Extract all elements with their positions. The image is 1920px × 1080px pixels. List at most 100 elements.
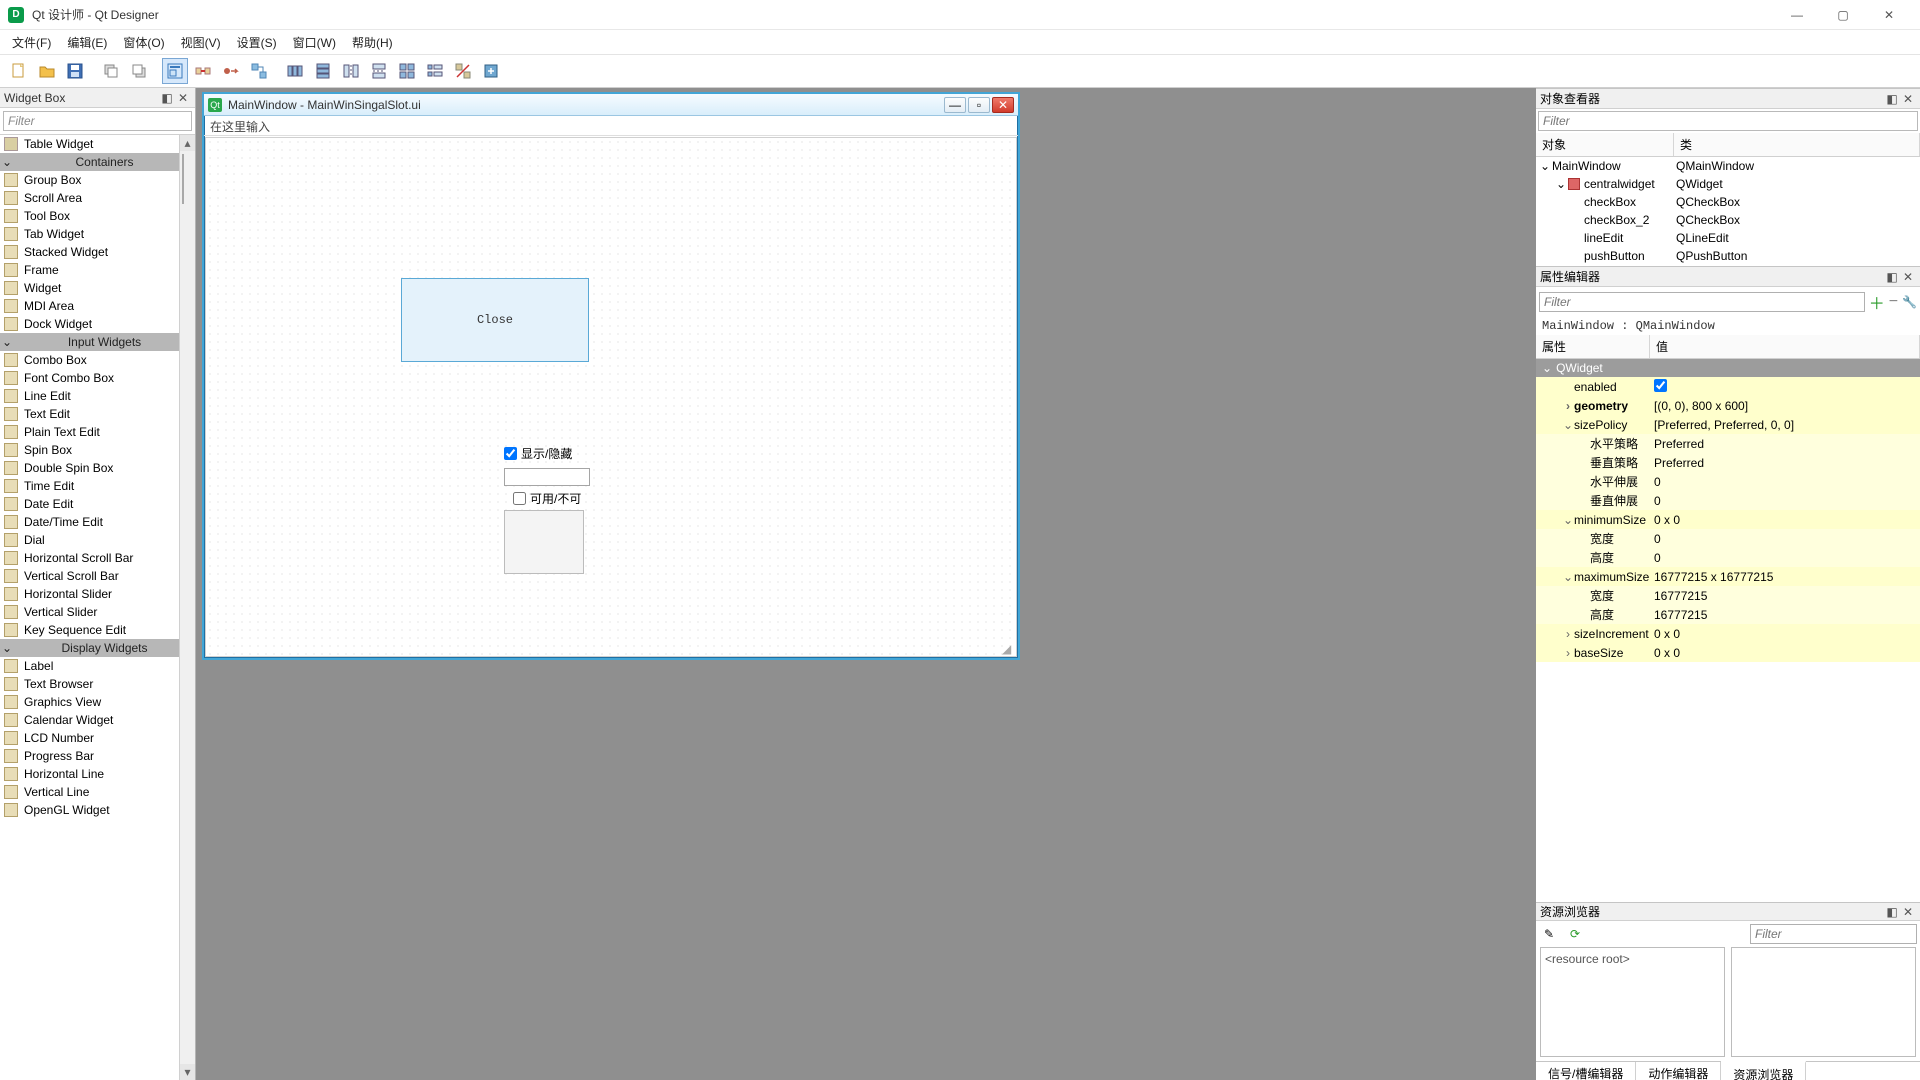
- object-tree[interactable]: ⌄MainWindowQMainWindow⌄centralwidgetQWid…: [1536, 157, 1920, 266]
- menu-window[interactable]: 窗口(W): [285, 32, 344, 53]
- widget-item[interactable]: Vertical Line: [0, 783, 195, 801]
- property-editor-float-button[interactable]: ◧: [1884, 269, 1900, 285]
- form-close-button[interactable]: ✕: [992, 97, 1014, 113]
- property-row[interactable]: 高度16777215: [1536, 605, 1920, 624]
- adjust-size-button[interactable]: [478, 58, 504, 84]
- widget-item[interactable]: Scroll Area: [0, 189, 195, 207]
- widget-box-float-button[interactable]: ◧: [159, 90, 175, 106]
- property-col-name[interactable]: 属性: [1536, 335, 1650, 358]
- property-checkbox[interactable]: [1654, 379, 1667, 392]
- object-tree-row[interactable]: pushButtonQPushButton: [1536, 247, 1920, 265]
- expand-icon[interactable]: ⌄: [1540, 159, 1550, 173]
- widget-item[interactable]: Widget: [0, 279, 195, 297]
- object-inspector-filter[interactable]: [1538, 111, 1918, 131]
- scroll-up-icon[interactable]: ▴: [180, 135, 195, 151]
- widget-item[interactable]: Progress Bar: [0, 747, 195, 765]
- widget-box-close-button[interactable]: ✕: [175, 90, 191, 106]
- widget-item[interactable]: Dock Widget: [0, 315, 195, 333]
- widget-item[interactable]: Dial: [0, 531, 195, 549]
- widget-box-filter[interactable]: Filter: [3, 111, 192, 131]
- widget-item[interactable]: Group Box: [0, 171, 195, 189]
- property-list[interactable]: ⌄QWidget enabled›geometry[(0, 0), 800 x …: [1536, 359, 1920, 902]
- reload-resources-button[interactable]: ⟳: [1565, 924, 1585, 944]
- resource-preview-pane[interactable]: [1731, 947, 1916, 1057]
- design-mdi-area[interactable]: Qt MainWindow - MainWinSingalSlot.ui — ▫…: [196, 88, 1536, 1080]
- widget-item[interactable]: Text Browser: [0, 675, 195, 693]
- property-row[interactable]: 水平伸展0: [1536, 472, 1920, 491]
- expand-icon[interactable]: ›: [1562, 646, 1574, 660]
- widget-item[interactable]: Stacked Widget: [0, 243, 195, 261]
- resource-tree-pane[interactable]: <resource root>: [1540, 947, 1725, 1057]
- new-form-button[interactable]: [6, 58, 32, 84]
- edit-signals-button[interactable]: [190, 58, 216, 84]
- widget-item[interactable]: Tool Box: [0, 207, 195, 225]
- property-row[interactable]: 宽度16777215: [1536, 586, 1920, 605]
- menu-file[interactable]: 文件(F): [4, 32, 59, 53]
- property-row[interactable]: 高度0: [1536, 548, 1920, 567]
- menu-view[interactable]: 视图(V): [173, 32, 229, 53]
- expand-icon[interactable]: ⌄: [1562, 418, 1574, 432]
- form-canvas[interactable]: Close 显示/隐藏 可用/不可 ◢: [205, 137, 1017, 657]
- layout-form-button[interactable]: [422, 58, 448, 84]
- widget-item[interactable]: Horizontal Slider: [0, 585, 195, 603]
- expand-icon[interactable]: ⌄: [1562, 570, 1574, 584]
- widget-item[interactable]: Text Edit: [0, 405, 195, 423]
- property-row[interactable]: 宽度0: [1536, 529, 1920, 548]
- property-row[interactable]: 垂直伸展0: [1536, 491, 1920, 510]
- object-tree-row[interactable]: checkBoxQCheckBox: [1536, 193, 1920, 211]
- category-containers[interactable]: ⌄Containers: [0, 153, 195, 171]
- minimize-button[interactable]: —: [1774, 0, 1820, 30]
- widget-item[interactable]: Date/Time Edit: [0, 513, 195, 531]
- widget-item[interactable]: Tab Widget: [0, 225, 195, 243]
- category-input-widgets[interactable]: ⌄Input Widgets: [0, 333, 195, 351]
- widget-item[interactable]: LCD Number: [0, 729, 195, 747]
- object-tree-col-name[interactable]: 对象: [1536, 133, 1674, 156]
- menu-edit[interactable]: 编辑(E): [59, 32, 115, 53]
- pushbutton-close[interactable]: Close: [401, 278, 589, 362]
- open-button[interactable]: [34, 58, 60, 84]
- expand-icon[interactable]: ⌄: [1556, 177, 1566, 191]
- form-menubar-placeholder[interactable]: 在这里输入: [204, 116, 1018, 136]
- widget-item[interactable]: Horizontal Line: [0, 765, 195, 783]
- maximize-button[interactable]: ▢: [1820, 0, 1866, 30]
- widget-item[interactable]: Key Sequence Edit: [0, 621, 195, 639]
- object-tree-row[interactable]: ⌄MainWindowQMainWindow: [1536, 157, 1920, 175]
- resource-browser-float-button[interactable]: ◧: [1884, 904, 1900, 920]
- category-display-widgets[interactable]: ⌄Display Widgets: [0, 639, 195, 657]
- property-group-qwidget[interactable]: ⌄QWidget: [1536, 359, 1920, 377]
- textedit-widget[interactable]: [504, 510, 584, 574]
- widget-item[interactable]: Plain Text Edit: [0, 423, 195, 441]
- resource-filter-input[interactable]: [1750, 924, 1917, 944]
- widget-item[interactable]: Double Spin Box: [0, 459, 195, 477]
- menu-help[interactable]: 帮助(H): [344, 32, 401, 53]
- property-row[interactable]: ›baseSize0 x 0: [1536, 643, 1920, 662]
- object-tree-col-class[interactable]: 类: [1674, 133, 1920, 156]
- layout-vsplitter-button[interactable]: [366, 58, 392, 84]
- menu-form[interactable]: 窗体(O): [115, 32, 172, 53]
- widget-item[interactable]: Graphics View: [0, 693, 195, 711]
- widget-item[interactable]: MDI Area: [0, 297, 195, 315]
- property-editor-close-button[interactable]: ✕: [1900, 269, 1916, 285]
- property-row[interactable]: ⌄minimumSize0 x 0: [1536, 510, 1920, 529]
- property-row[interactable]: ⌄sizePolicy[Preferred, Preferred, 0, 0]: [1536, 415, 1920, 434]
- widget-item[interactable]: Line Edit: [0, 387, 195, 405]
- object-inspector-close-button[interactable]: ✕: [1900, 91, 1916, 107]
- property-row[interactable]: enabled: [1536, 377, 1920, 396]
- menu-settings[interactable]: 设置(S): [229, 32, 285, 53]
- widget-item[interactable]: Frame: [0, 261, 195, 279]
- object-tree-row[interactable]: ⌄centralwidgetQWidget: [1536, 175, 1920, 193]
- property-row[interactable]: ⌄maximumSize16777215 x 16777215: [1536, 567, 1920, 586]
- lineedit-widget[interactable]: [504, 468, 590, 486]
- widget-item[interactable]: Vertical Scroll Bar: [0, 567, 195, 585]
- break-layout-button[interactable]: [450, 58, 476, 84]
- property-filter-input[interactable]: [1539, 292, 1865, 312]
- layout-hsplitter-button[interactable]: [338, 58, 364, 84]
- checkbox-enable[interactable]: 可用/不可: [513, 490, 581, 507]
- expand-icon[interactable]: ›: [1562, 627, 1574, 641]
- widget-item[interactable]: Calendar Widget: [0, 711, 195, 729]
- widget-item-partial[interactable]: Table Widget: [0, 135, 195, 153]
- object-tree-row[interactable]: checkBox_2QCheckBox: [1536, 211, 1920, 229]
- form-minimize-button[interactable]: —: [944, 97, 966, 113]
- checkbox-input[interactable]: [513, 492, 526, 505]
- property-row[interactable]: 水平策略Preferred: [1536, 434, 1920, 453]
